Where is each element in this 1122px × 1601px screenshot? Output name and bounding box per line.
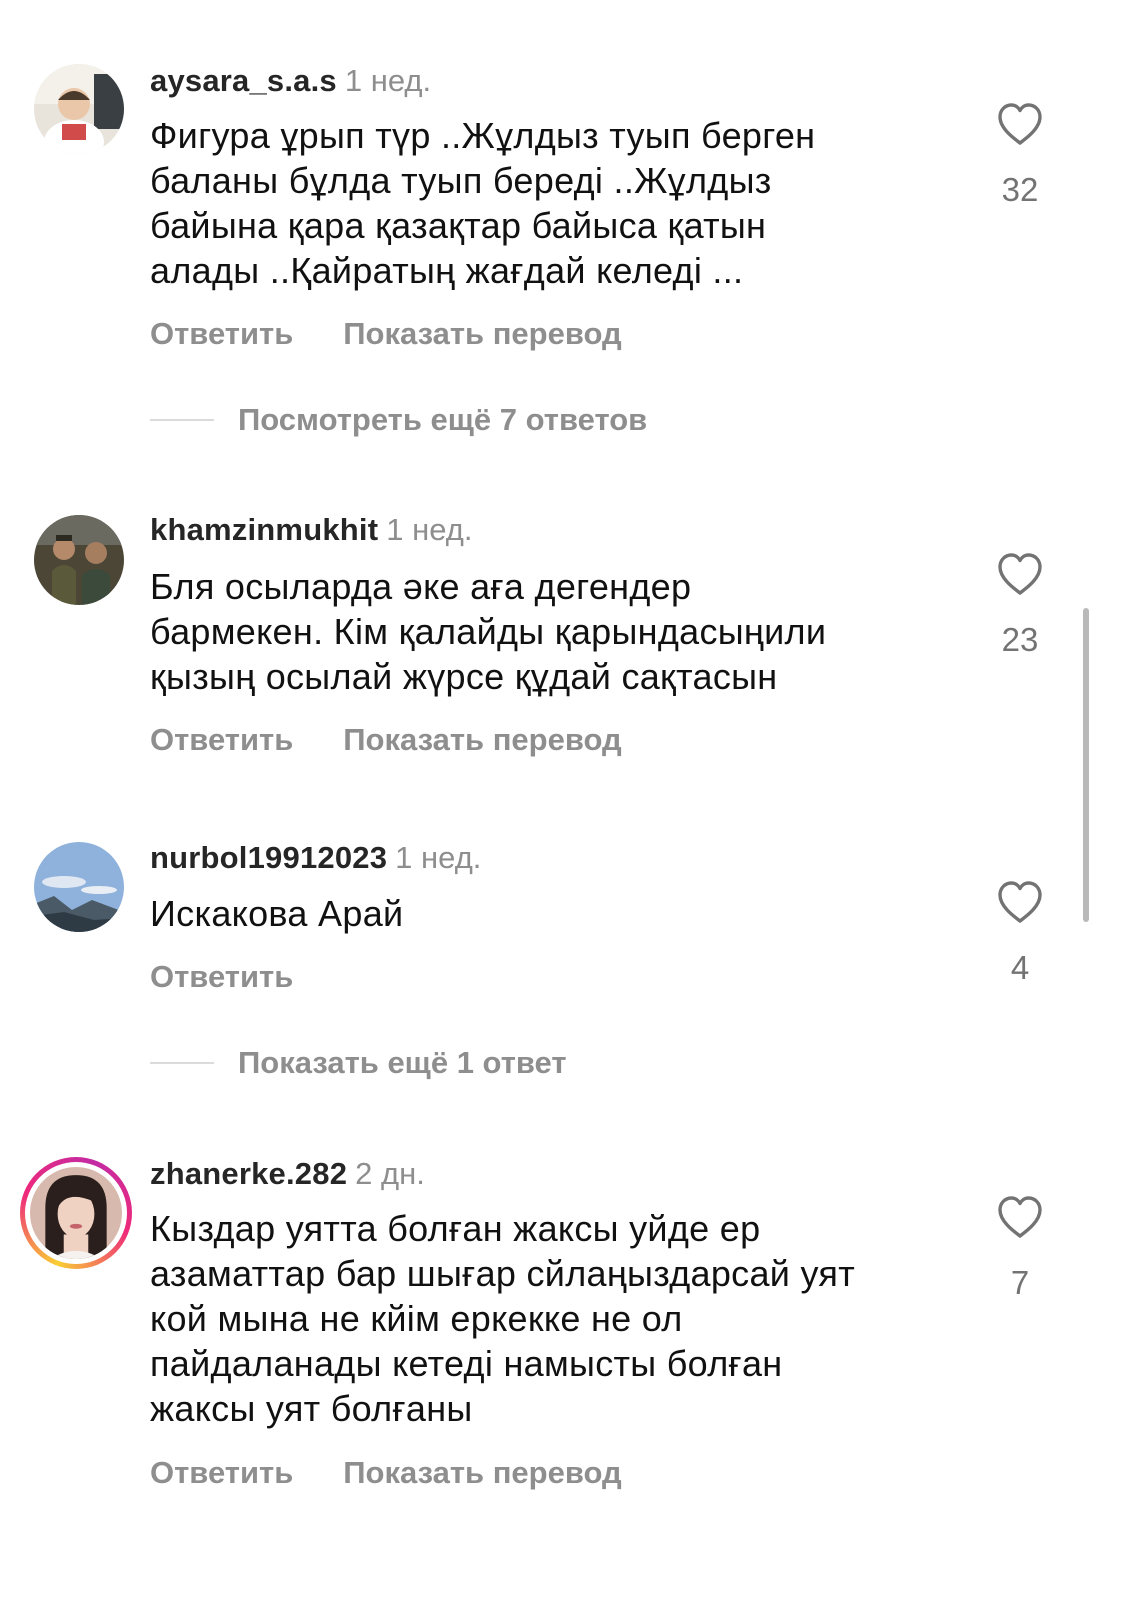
comment-header: aysara_s.a.s 1 нед. xyxy=(150,63,431,99)
comment-header: khamzinmukhit 1 нед. xyxy=(150,512,472,548)
comment-text-line: алады ..Қайратың жағдай келеді ... xyxy=(150,250,744,291)
comment-header: zhanerke.282 2 дн. xyxy=(150,1156,425,1192)
comment-actions: Ответить Показать перевод xyxy=(150,722,622,758)
like-block: 7 xyxy=(990,1195,1050,1301)
comment-time: 1 нед. xyxy=(395,840,482,875)
view-more-replies-label: Посмотреть ещё 7 ответов xyxy=(238,402,648,437)
comment-text-line: пайдаланады кетеді намысты болған xyxy=(150,1343,783,1384)
comment-text: Бля осыларда әке аға дегендер бармекен. … xyxy=(150,564,940,699)
comment-text-line: Фигура ұрып түр ..Жұлдыз туып берген xyxy=(150,115,816,156)
show-translation-button[interactable]: Показать перевод xyxy=(343,316,621,352)
replies-divider xyxy=(150,1062,214,1064)
reply-button[interactable]: Ответить xyxy=(150,1455,293,1491)
avatar[interactable] xyxy=(34,515,124,605)
reply-button[interactable]: Ответить xyxy=(150,316,293,352)
reply-button[interactable]: Ответить xyxy=(150,959,293,995)
username-link[interactable]: khamzinmukhit xyxy=(150,512,378,547)
like-count: 23 xyxy=(1001,621,1039,658)
heart-icon[interactable] xyxy=(996,552,1044,596)
heart-icon[interactable] xyxy=(996,102,1044,146)
comment-text-line: жаксы уят болғаны xyxy=(150,1388,473,1429)
reply-button[interactable]: Ответить xyxy=(150,722,293,758)
mountain-sky-avatar-icon xyxy=(34,842,124,932)
avatar-photo xyxy=(30,1167,122,1259)
comment-time: 1 нед. xyxy=(344,63,432,98)
woman-selfie-story-avatar-icon xyxy=(30,1167,122,1259)
comment-text: Кыздар уятта болған жаксы уйде ер азамат… xyxy=(150,1206,940,1431)
baby-photo-avatar-icon xyxy=(34,64,124,154)
avatar[interactable] xyxy=(34,64,124,154)
like-block: 23 xyxy=(990,552,1050,658)
comment-text-line: Бля осыларда әке аға дегендер xyxy=(150,566,692,607)
like-count: 32 xyxy=(1001,171,1039,208)
comment-text: Фигура ұрып түр ..Жұлдыз туып берген бал… xyxy=(150,113,940,293)
like-block: 32 xyxy=(990,102,1050,208)
comment-text-line: қызың осылай жүрсе құдай сақтасын xyxy=(150,656,778,697)
view-more-replies-button[interactable]: Показать ещё 1 ответ xyxy=(150,1045,567,1081)
comment-header: nurbol19912023 1 нед. xyxy=(150,840,481,876)
like-count: 7 xyxy=(1010,1264,1030,1301)
comment-text-line: азаматтар бар шығар сйлаңыздарсай уят xyxy=(150,1253,855,1294)
scrollbar-thumb[interactable] xyxy=(1083,608,1089,922)
heart-icon[interactable] xyxy=(996,880,1044,924)
comment-actions: Ответить xyxy=(150,959,293,995)
comment-text-line: Кыздар уятта болған жаксы уйде ер xyxy=(150,1208,761,1249)
comment-actions: Ответить Показать перевод xyxy=(150,1455,622,1491)
comment-text-line: Искакова Арай xyxy=(150,893,404,934)
show-translation-button[interactable]: Показать перевод xyxy=(343,722,621,758)
comment-time: 2 дн. xyxy=(355,1156,425,1191)
story-ring xyxy=(25,1162,127,1264)
view-more-replies-label: Показать ещё 1 ответ xyxy=(238,1045,567,1080)
comment-text-line: байына қара қазақтар байыса қатын xyxy=(150,205,767,246)
comment-actions: Ответить Показать перевод xyxy=(150,316,622,352)
username-link[interactable]: aysara_s.a.s xyxy=(150,63,337,98)
comment-text: Искакова Арай xyxy=(150,891,940,936)
replies-divider xyxy=(150,419,214,421)
heart-icon[interactable] xyxy=(996,1195,1044,1239)
comment-text-line: бармекен. Кім қалайды қарындасыңили xyxy=(150,611,827,652)
avatar[interactable] xyxy=(34,842,124,932)
username-link[interactable]: nurbol19912023 xyxy=(150,840,387,875)
view-more-replies-button[interactable]: Посмотреть ещё 7 ответов xyxy=(150,402,647,438)
like-count: 4 xyxy=(1010,949,1030,986)
show-translation-button[interactable]: Показать перевод xyxy=(343,1455,621,1491)
comment-text-line: кой мына не кйім еркекке не ол xyxy=(150,1298,683,1339)
comment-time: 1 нед. xyxy=(386,512,473,547)
comment-text-line: баланы бұлда туып береді ..Жұлдыз xyxy=(150,160,772,201)
username-link[interactable]: zhanerke.282 xyxy=(150,1156,347,1191)
two-men-photo-avatar-icon xyxy=(34,515,124,605)
like-block: 4 xyxy=(990,880,1050,986)
story-avatar[interactable] xyxy=(20,1157,132,1269)
